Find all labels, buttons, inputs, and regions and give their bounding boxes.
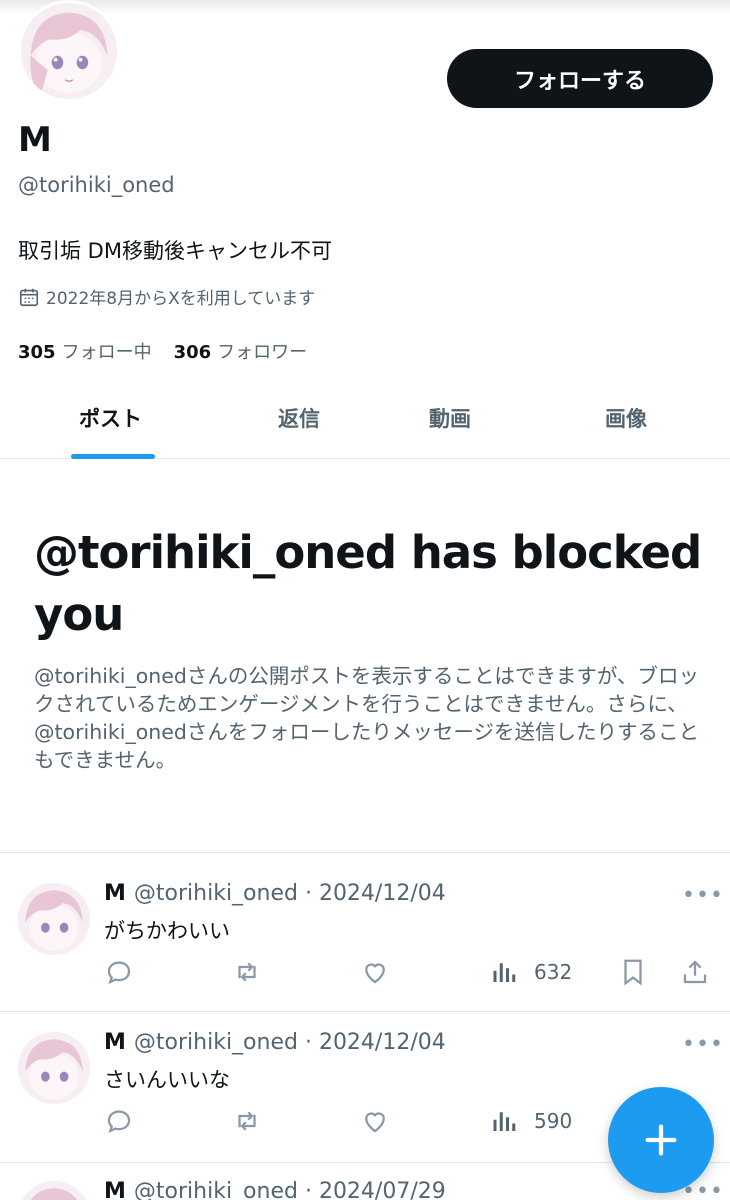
repost-button[interactable]: [232, 1106, 262, 1136]
avatar-illustration: [18, 883, 90, 955]
views-button[interactable]: 632: [490, 957, 572, 987]
blocked-message: @torihiki_onedさんの公開ポストを表示することはできますが、ブロック…: [34, 664, 699, 772]
like-icon: [365, 1112, 385, 1133]
post-header: M @torihiki_oned · 2024/12/04: [104, 1030, 446, 1055]
reply-icon: [107, 961, 131, 985]
bookmark-icon: [624, 959, 642, 986]
bookmark-button[interactable]: [618, 957, 648, 987]
display-name: M: [18, 120, 52, 160]
repost-icon: [238, 1111, 256, 1131]
repost-icon: [238, 962, 256, 982]
reply-button[interactable]: [104, 1106, 134, 1136]
repost-button[interactable]: [232, 957, 262, 987]
views-icon: [493, 963, 516, 982]
tab-posts[interactable]: ポスト: [79, 403, 142, 433]
profile-bio: 取引垢 DM移動後キャンセル不可: [18, 239, 332, 263]
post-header: M @torihiki_oned · 2024/07/29: [104, 1179, 446, 1200]
share-icon: [683, 960, 707, 984]
tab-replies[interactable]: 返信: [278, 403, 320, 433]
post-avatar[interactable]: [18, 1032, 90, 1104]
post-avatar[interactable]: [18, 883, 90, 955]
avatar-illustration: [18, 1032, 90, 1104]
like-icon: [365, 963, 385, 984]
views-count: 590: [534, 1109, 573, 1133]
post-author-name[interactable]: M: [104, 1179, 126, 1200]
tab-images[interactable]: 画像: [605, 403, 647, 433]
reply-icon: [107, 1110, 131, 1134]
follow-button[interactable]: フォローする: [447, 49, 713, 108]
avatar-illustration: [21, 3, 117, 99]
top-shade: [0, 0, 730, 14]
calendar-icon: [19, 288, 39, 306]
following-stat[interactable]: 305 フォロー中: [18, 338, 152, 364]
more-options-icon[interactable]: •••: [682, 1032, 724, 1057]
profile-tabs: ポスト 返信 動画 画像: [0, 375, 730, 459]
compose-button[interactable]: [608, 1087, 714, 1193]
views-count: 632: [534, 960, 573, 984]
compose-icon: [645, 1124, 677, 1156]
active-tab-indicator: [71, 454, 155, 459]
joined-text: 2022年8月からXを利用しています: [46, 289, 316, 309]
post-meta: @torihiki_oned · 2024/12/04: [133, 1030, 446, 1055]
share-button[interactable]: [680, 957, 710, 987]
followers-label: フォロワー: [217, 342, 308, 363]
post-item[interactable]: M @torihiki_oned · 2024/12/04 ••• がちかわいい …: [0, 853, 730, 1011]
post-header: M @torihiki_oned · 2024/12/04: [104, 881, 446, 906]
avatar-illustration: [18, 1181, 90, 1200]
tab-videos[interactable]: 動画: [429, 403, 471, 433]
post-meta: @torihiki_oned · 2024/07/29: [133, 1179, 446, 1200]
post-author-name[interactable]: M: [104, 1030, 126, 1055]
followers-count: 306: [173, 342, 212, 363]
post-meta: @torihiki_oned · 2024/12/04: [133, 881, 446, 906]
profile-handle: @torihiki_oned: [18, 173, 175, 197]
like-button[interactable]: [360, 1106, 390, 1136]
like-button[interactable]: [360, 957, 390, 987]
post-text: がちかわいい: [104, 919, 230, 943]
blocked-title: @torihiki_oned has blocked you: [34, 526, 702, 641]
follow-stats: 305 フォロー中 306 フォロワー: [18, 338, 307, 364]
joined-date: 2022年8月からXを利用しています: [18, 284, 315, 309]
followers-stat[interactable]: 306 フォロワー: [174, 338, 308, 364]
views-button[interactable]: 590: [490, 1106, 572, 1136]
post-author-name[interactable]: M: [104, 881, 126, 906]
more-options-icon[interactable]: •••: [682, 883, 724, 908]
post-avatar[interactable]: [18, 1181, 90, 1200]
views-icon: [493, 1112, 516, 1131]
reply-button[interactable]: [104, 957, 134, 987]
post-text: さいんいいな: [104, 1068, 230, 1092]
following-label: フォロー中: [61, 342, 152, 363]
profile-avatar[interactable]: [18, 0, 120, 102]
following-count: 305: [18, 342, 56, 363]
